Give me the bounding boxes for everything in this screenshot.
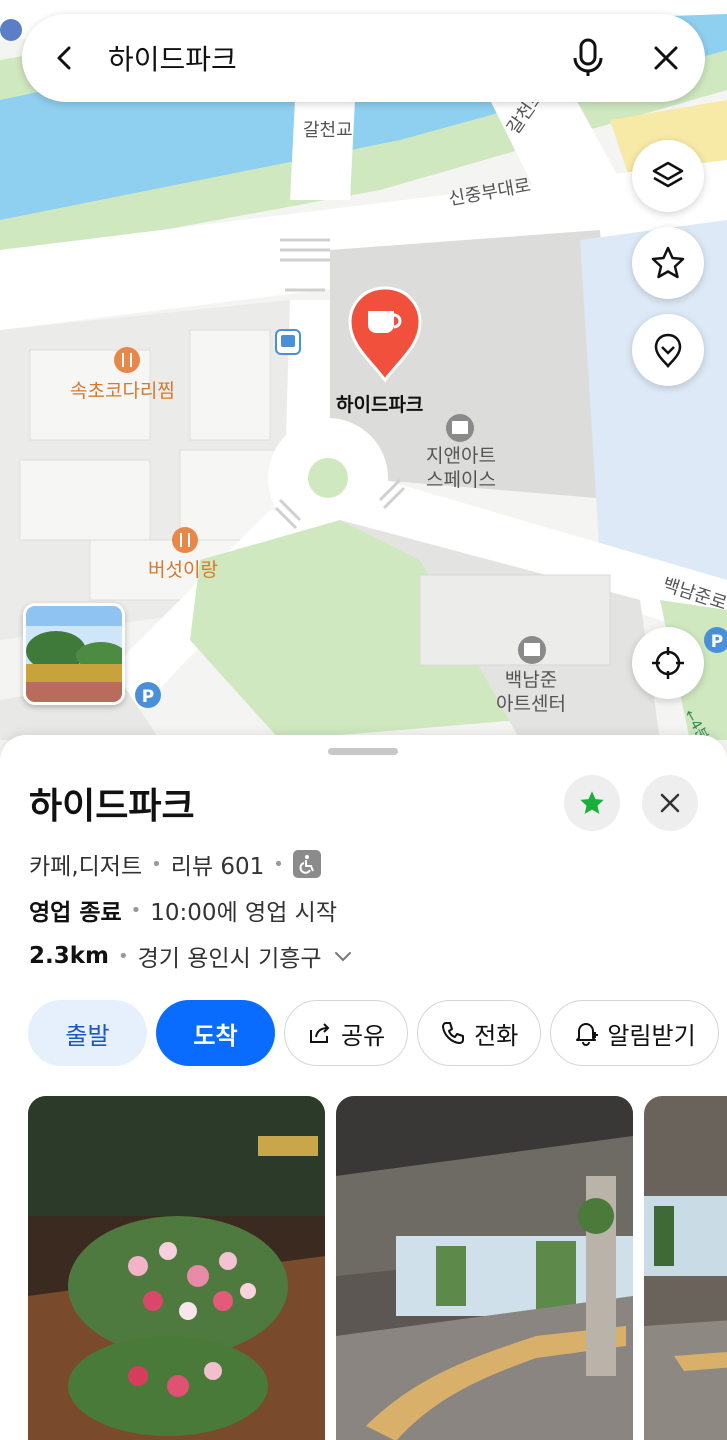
- address-text: 경기 용인시 기흥구: [137, 946, 322, 972]
- notify-button[interactable]: 알림받기: [550, 1000, 719, 1066]
- map-label-selected-place[interactable]: 하이드파크: [336, 390, 423, 417]
- business-status: 영업 종료: [29, 900, 122, 926]
- clear-search-button[interactable]: [627, 14, 705, 102]
- crosshair-icon: [652, 647, 684, 679]
- photo-3[interactable]: [644, 1096, 727, 1440]
- close-icon: [654, 46, 678, 70]
- street-photo-image: [26, 606, 122, 702]
- back-arrow-icon: [57, 46, 71, 70]
- my-places-button[interactable]: [632, 314, 704, 386]
- action-buttons: 출발 도착 공유 전화 알림받기: [28, 1000, 719, 1068]
- call-button[interactable]: 전화: [417, 1000, 542, 1066]
- category-text: 카페,디저트: [29, 854, 143, 880]
- phone-icon: [442, 1022, 465, 1044]
- microphone-icon: [573, 38, 603, 76]
- share-button[interactable]: 공유: [284, 1000, 409, 1066]
- back-button[interactable]: [22, 14, 108, 102]
- cafe-window-photo: [644, 1096, 727, 1440]
- call-label: 전화: [474, 1021, 519, 1050]
- business-hours-row[interactable]: 영업 종료 • 10:00에 영업 시작: [29, 893, 337, 927]
- layers-icon: [652, 161, 684, 188]
- photo-gallery[interactable]: [28, 1096, 727, 1440]
- search-bar[interactable]: 하이드파크: [22, 14, 705, 102]
- close-icon: [660, 793, 680, 813]
- place-detail-sheet[interactable]: 하이드파크 카페,디저트 • 리뷰 601 • 영업 종료 • 10:00에 영…: [0, 735, 727, 1440]
- share-label: 공유: [341, 1021, 386, 1050]
- next-open-time: 10:00에 영업 시작: [150, 900, 337, 926]
- map-label-restaurant[interactable]: 버섯이랑: [148, 555, 218, 582]
- review-count[interactable]: 리뷰 601: [171, 847, 265, 881]
- favorite-button[interactable]: [564, 775, 620, 831]
- sheet-drag-handle[interactable]: [328, 748, 398, 755]
- location-pin-icon: [654, 333, 682, 368]
- cafe-interior-photo: [336, 1096, 633, 1440]
- arrive-button[interactable]: 도착: [156, 1000, 275, 1066]
- street-view-thumbnail[interactable]: [23, 603, 125, 705]
- map-label-bridge: 갈천교: [303, 120, 353, 141]
- photo-1[interactable]: [28, 1096, 325, 1440]
- place-title: 하이드파크: [29, 786, 195, 827]
- photo-2[interactable]: [336, 1096, 633, 1440]
- location-row[interactable]: 2.3km • 경기 용인시 기흥구: [29, 939, 354, 973]
- map-label-restaurant[interactable]: 속초코다리찜: [70, 376, 175, 403]
- chevron-down-icon[interactable]: [332, 945, 354, 967]
- bell-plus-icon: [576, 1023, 599, 1046]
- place-meta-row: 카페,디저트 • 리뷰 601 •: [29, 847, 321, 881]
- share-icon: [310, 1023, 330, 1043]
- star-outline-icon: [651, 246, 685, 279]
- map-label-landmark[interactable]: 지앤아트 스페이스: [416, 444, 506, 492]
- distance-text: 2.3km: [29, 943, 110, 969]
- saved-places-button[interactable]: [632, 227, 704, 299]
- current-location-button[interactable]: [632, 627, 704, 699]
- depart-button[interactable]: 출발: [28, 1000, 147, 1066]
- voice-search-button[interactable]: [549, 14, 627, 102]
- close-sheet-button[interactable]: [642, 775, 698, 831]
- star-filled-icon: [580, 791, 604, 814]
- svg-text:P: P: [711, 632, 723, 652]
- map-layers-button[interactable]: [632, 140, 704, 212]
- svg-text:P: P: [142, 687, 154, 707]
- map-label-landmark[interactable]: 백남준 아트센터: [486, 668, 576, 716]
- search-query[interactable]: 하이드파크: [108, 38, 549, 78]
- flower-shop-photo: [28, 1096, 325, 1440]
- notify-label: 알림받기: [607, 1021, 696, 1050]
- wheelchair-icon: [292, 850, 321, 878]
